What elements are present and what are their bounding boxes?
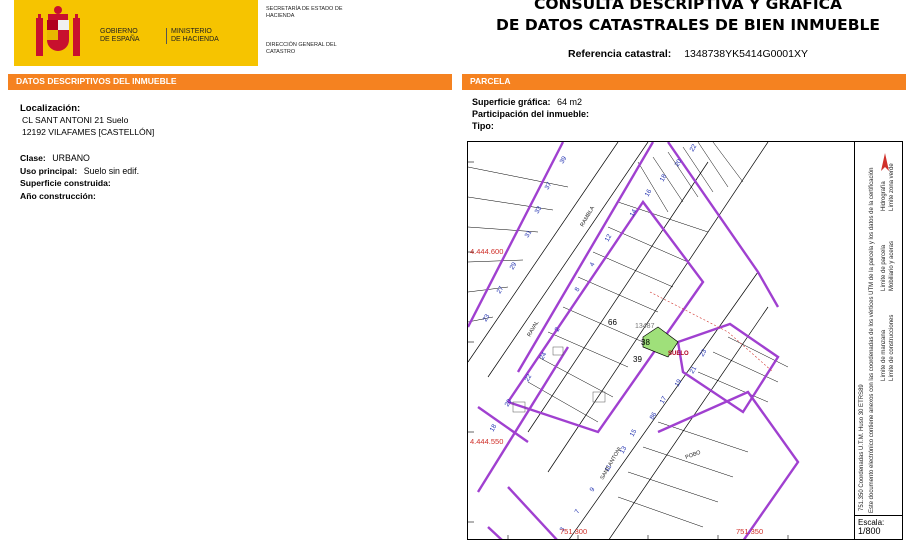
escala-value: 1/800: [858, 526, 881, 536]
coord-x2: 751.350: [736, 527, 763, 536]
section-parcela: PARCELA: [462, 74, 906, 90]
svg-text:12: 12: [604, 233, 614, 243]
street-rambla: RAMBLA: [580, 205, 597, 228]
map-legend: 751.350 Coordenadas U.T.M. Huso 30 ETRS8…: [854, 141, 903, 515]
localizacion-line-2: 12192 VILAFAMES [CASTELLÓN]: [22, 127, 155, 137]
svg-text:22: 22: [524, 373, 534, 383]
participacion-row: Participación del inmueble:: [472, 108, 892, 120]
direccion-label: DIRECCIÓN GENERAL DEL CATASTRO: [266, 42, 337, 55]
coord-y1: 4.444.600: [470, 247, 503, 256]
svg-text:29: 29: [509, 261, 519, 271]
secretaria-label: SECRETARÍA DE ESTADO DE HACIENDA: [266, 6, 343, 19]
label-suelo: SUELO: [668, 351, 689, 357]
clase-value: URBANO: [52, 153, 90, 163]
tipo-row: Tipo:: [472, 120, 892, 132]
svg-text:23: 23: [482, 313, 492, 323]
label-39: 39: [633, 355, 642, 364]
tipo-label: Tipo:: [472, 121, 494, 131]
svg-text:18: 18: [659, 173, 669, 183]
svg-text:86: 86: [649, 411, 659, 421]
svg-text:18: 18: [489, 423, 499, 433]
uso-label: Uso principal:: [20, 165, 78, 176]
svg-text:15: 15: [629, 428, 639, 438]
svg-text:8: 8: [574, 286, 582, 293]
superficie-construida-label: Superficie construida:: [20, 178, 111, 188]
svg-text:20: 20: [504, 398, 514, 408]
parcela-data: Superficie gráfica: 64 m2 Participación …: [472, 96, 892, 132]
legend-mobiliario: Mobiliario y aceras: [889, 240, 895, 291]
svg-text:20: 20: [674, 158, 684, 168]
page-title: CONSULTA DESCRIPTIVA Y GRÁFICA DE DATOS …: [472, 0, 904, 36]
street-pobo: POBO: [685, 450, 703, 461]
title-line-2: DE DATOS CATASTRALES DE BIEN INMUEBLE: [495, 16, 881, 34]
superficie-grafica-label: Superficie gráfica:: [472, 97, 551, 107]
localizacion-line-1: CL SANT ANTONI 21 Suelo: [22, 115, 129, 125]
legend-limite-parcela: Límite de parcela: [881, 244, 887, 291]
participacion-label: Participación del inmueble:: [472, 109, 590, 119]
svg-text:39: 39: [559, 155, 569, 165]
svg-text:4: 4: [589, 261, 597, 268]
svg-text:7: 7: [574, 508, 582, 515]
street-antoni: SANT ANTONI: [600, 446, 624, 481]
government-logo-block: GOBIERNO DE ESPAÑA MINISTERIO DE HACIEND…: [14, 0, 258, 66]
legend-hidrografia: Hidrografía: [881, 181, 887, 211]
title-line-1: CONSULTA DESCRIPTIVA Y GRÁFICA: [533, 0, 843, 13]
ministerio-label: MINISTERIO DE HACIENDA: [166, 28, 219, 44]
svg-text:33: 33: [534, 205, 544, 215]
anio-construccion-label: Año construcción:: [20, 190, 96, 201]
section-datos-descriptivos: DATOS DESCRIPTIVOS DEL INMUEBLE: [8, 74, 452, 90]
svg-text:22: 22: [689, 143, 699, 153]
legend-documento: Este documento electrónico contiene anex…: [869, 167, 875, 513]
superficie-grafica-value: 64 m2: [557, 97, 583, 107]
referencia-catastral: Referencia catastral: 1348738YK5414G0001…: [472, 48, 904, 60]
uso-row: Uso principal: Suelo sin edif.: [20, 165, 440, 178]
superficie-grafica-row: Superficie gráfica: 64 m2: [472, 96, 892, 108]
legend-zona-verde: Límite zona verde: [889, 163, 895, 211]
scale-box: Escala: 1/800: [854, 515, 903, 540]
label-66: 66: [608, 318, 617, 327]
svg-text:21: 21: [689, 365, 699, 375]
map-drawing: 39 37 33 31 29 27 23 12 4 8 2 24 22 20 1…: [468, 142, 800, 539]
label-38: 38: [641, 338, 650, 347]
legend-limite-construcciones: Límite de construcciones: [889, 314, 895, 381]
svg-text:23: 23: [699, 348, 709, 358]
svg-text:16: 16: [644, 188, 654, 198]
clase-row: Clase: URBANO: [20, 152, 440, 165]
coord-y2: 4.444.550: [470, 437, 503, 446]
svg-text:17: 17: [659, 395, 669, 405]
cadastral-map[interactable]: 39 37 33 31 29 27 23 12 4 8 2 24 22 20 1…: [467, 141, 903, 540]
svg-text:31: 31: [524, 229, 534, 239]
svg-text:9: 9: [589, 486, 597, 493]
coord-x1: 751.300: [560, 527, 587, 536]
svg-text:27: 27: [496, 285, 506, 295]
legend-limite-manzana: Límite de manzana: [881, 329, 887, 381]
legend-coordenadas: 751.350 Coordenadas U.T.M. Huso 30 ETRS8…: [859, 384, 865, 511]
localizacion-label: Localización:: [20, 103, 81, 114]
label-parcel-ref: 13487: [635, 323, 655, 330]
coat-of-arms-icon: [36, 6, 80, 56]
gobierno-label: GOBIERNO DE ESPAÑA: [100, 28, 140, 43]
superficie-construida-row: Superficie construida:: [20, 177, 440, 190]
uso-value: Suelo sin edif.: [83, 165, 140, 176]
anio-construccion-row: Año construcción:: [20, 190, 440, 203]
clase-label: Clase:: [20, 153, 46, 163]
ref-value: 1348738YK5414G0001XY: [684, 48, 808, 60]
ref-label: Referencia catastral:: [567, 48, 672, 60]
datos-descriptivos: Localización: CL SANT ANTONI 21 Suelo 12…: [20, 103, 440, 202]
